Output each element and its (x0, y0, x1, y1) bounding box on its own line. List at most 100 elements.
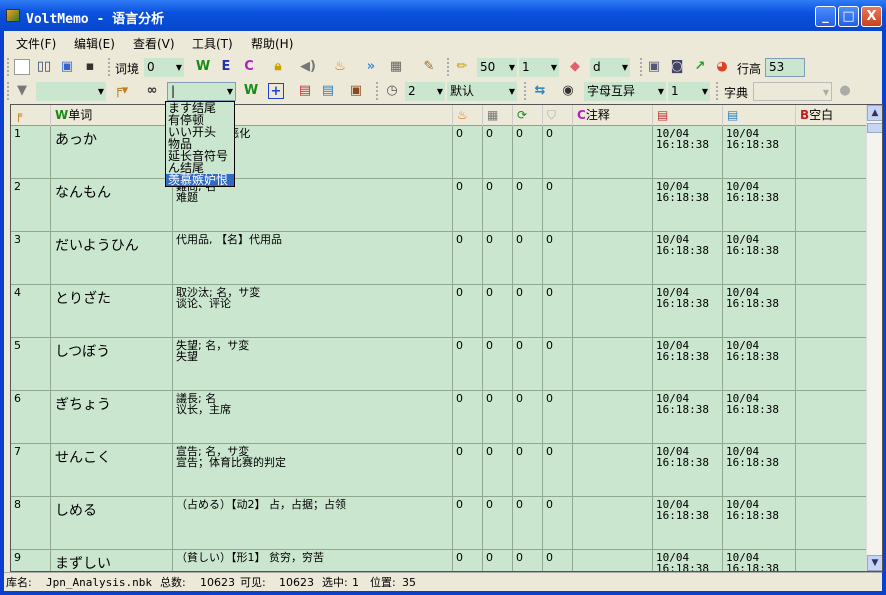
menu-file[interactable]: 文件(F) (16, 35, 56, 52)
eye-icon[interactable]: ◉ (560, 83, 576, 99)
count-cell[interactable]: 0 (543, 232, 573, 285)
modified-cell[interactable]: 10/04 16:18:38 (723, 126, 796, 179)
pie-chart-icon[interactable]: ◕ (714, 59, 730, 75)
word-cell[interactable]: せんこく (51, 444, 173, 497)
word-cell[interactable]: だいようひん (51, 232, 173, 285)
blank-cell[interactable] (796, 285, 867, 338)
table-row[interactable]: 9 まずしい （貧しい）【形1】 贫穷，穷苦 0 0 0 0 10/04 16:18:38 10… (11, 550, 867, 571)
table-row[interactable]: 3 だいようひん 代用品, 【名】代用品 0 0 0 0 10/04 16:18:38 10/0… (11, 232, 867, 285)
word-w-icon[interactable]: W (195, 59, 211, 75)
count-cell[interactable]: 0 (453, 497, 483, 550)
calendar-check-icon[interactable]: ▤ (320, 83, 336, 99)
scroll-thumb[interactable] (867, 123, 882, 133)
size-combo[interactable]: 50 ▼ (477, 58, 517, 77)
note-cell[interactable] (573, 126, 653, 179)
count-cell[interactable]: 0 (543, 497, 573, 550)
clock-icon[interactable]: ◷ (384, 83, 400, 99)
letter-count-combo[interactable]: 1 ▼ (668, 82, 710, 101)
row-number[interactable]: 7 (11, 444, 51, 497)
scroll-up-button[interactable]: ▲ (867, 105, 882, 121)
created-column-icon[interactable]: ▤ (653, 105, 723, 126)
count-cell[interactable]: 0 (513, 550, 543, 571)
toolbar-grip[interactable] (376, 82, 379, 100)
word-cell[interactable]: ぎちょう (51, 391, 173, 444)
count-cell[interactable]: 0 (513, 285, 543, 338)
word-c-icon[interactable]: C (241, 59, 257, 75)
blank-cell[interactable] (796, 126, 867, 179)
count-cell[interactable]: 0 (483, 497, 513, 550)
table-row[interactable]: 8 しめる （占める）【动2】 占，占据；占领 0 0 0 0 10/04 16:18:38 1… (11, 497, 867, 550)
modified-cell[interactable]: 10/04 16:18:38 (723, 338, 796, 391)
count-cell[interactable]: 0 (543, 550, 573, 571)
note-cell[interactable] (573, 444, 653, 497)
flame-column-icon[interactable]: ♨ (453, 105, 483, 126)
calendar-delete-icon[interactable]: ▤ (297, 83, 313, 99)
word-cell[interactable]: しめる (51, 497, 173, 550)
toolbar-grip[interactable] (7, 58, 10, 76)
word-cell[interactable]: なんもん (51, 179, 173, 232)
count-cell[interactable]: 0 (483, 285, 513, 338)
note-cell[interactable] (573, 391, 653, 444)
modified-cell[interactable]: 10/04 16:18:38 (723, 285, 796, 338)
count-cell[interactable]: 0 (543, 444, 573, 497)
maximize-button[interactable]: □ (838, 6, 859, 27)
save-icon[interactable]: ▪ (82, 59, 98, 75)
word-cell[interactable]: まずしい (51, 550, 173, 571)
blank-cell[interactable] (796, 444, 867, 497)
count-cell[interactable]: 0 (453, 338, 483, 391)
preview-icon[interactable]: ▣ (646, 59, 662, 75)
modified-column-icon[interactable]: ▤ (723, 105, 796, 126)
sort-icon[interactable]: ╒▾ (110, 83, 132, 99)
created-cell[interactable]: 10/04 16:18:38 (653, 338, 723, 391)
meaning-cell[interactable]: 取沙汰; 名，サ変 谈论、评论 (173, 285, 453, 338)
row-height-input[interactable]: 53 (765, 58, 805, 77)
blank-cell[interactable] (796, 550, 867, 571)
word-w-dropdown-icon[interactable]: W (240, 83, 262, 99)
row-number[interactable]: 4 (11, 285, 51, 338)
export-icon[interactable]: ◙ (669, 59, 685, 75)
word-e-icon[interactable]: E (218, 59, 234, 75)
count-cell[interactable]: 0 (543, 179, 573, 232)
menu-edit[interactable]: 编辑(E) (74, 35, 115, 52)
time-combo[interactable]: 2 ▼ (405, 82, 445, 101)
search-input[interactable]: | (171, 84, 175, 98)
created-cell[interactable]: 10/04 16:18:38 (653, 444, 723, 497)
meaning-cell[interactable]: （貧しい）【形1】 贫穷，穷苦 (173, 550, 453, 571)
row-number[interactable]: 3 (11, 232, 51, 285)
dict-combo[interactable]: ▼ (753, 82, 832, 101)
search-combo[interactable]: | ▼ (167, 82, 236, 101)
mode-combo[interactable]: 默认 ▼ (447, 82, 517, 101)
created-cell[interactable]: 10/04 16:18:38 (653, 497, 723, 550)
sort-column-icon[interactable]: ╒ (11, 105, 51, 126)
blank-cell[interactable] (796, 391, 867, 444)
created-cell[interactable]: 10/04 16:18:38 (653, 391, 723, 444)
count-cell[interactable]: 0 (483, 232, 513, 285)
modified-cell[interactable]: 10/04 16:18:38 (723, 179, 796, 232)
count-cell[interactable]: 0 (453, 285, 483, 338)
column-word[interactable]: W单词 (51, 105, 173, 126)
toolbar-grip[interactable] (7, 82, 10, 100)
table-row[interactable]: 5 しつぼう 失望; 名，サ変 失望 0 0 0 0 10/04 16:18:38 10/04 … (11, 338, 867, 391)
count-cell[interactable]: 0 (513, 497, 543, 550)
column-note[interactable]: C注释 (573, 105, 653, 126)
table-row[interactable]: 1あっか悪化; [名] 恶化000010/04 16:18:3810/04 16… (11, 126, 867, 179)
meaning-cell[interactable]: 失望; 名，サ変 失望 (173, 338, 453, 391)
letter-mode-combo[interactable]: 字母互异 ▼ (584, 82, 666, 101)
count-cell[interactable]: 0 (453, 550, 483, 571)
count-cell[interactable]: 0 (483, 338, 513, 391)
toolbar-grip[interactable] (640, 58, 643, 76)
word-cell[interactable]: しつぼう (51, 338, 173, 391)
meaning-cell[interactable]: 議長; 名 议长，主席 (173, 391, 453, 444)
note-cell[interactable] (573, 550, 653, 571)
modified-cell[interactable]: 10/04 16:18:38 (723, 444, 796, 497)
note-cell[interactable] (573, 232, 653, 285)
count-cell[interactable]: 0 (483, 444, 513, 497)
new-file-icon[interactable] (14, 59, 30, 75)
count-cell[interactable]: 0 (513, 179, 543, 232)
created-cell[interactable]: 10/04 16:18:38 (653, 126, 723, 179)
review-column-icon[interactable]: ⟳ (513, 105, 543, 126)
meaning-cell[interactable]: （占める）【动2】 占，占据；占领 (173, 497, 453, 550)
note-cell[interactable] (573, 179, 653, 232)
calendar-grid-column-icon[interactable]: ▦ (483, 105, 513, 126)
menu-tools[interactable]: 工具(T) (192, 35, 233, 52)
